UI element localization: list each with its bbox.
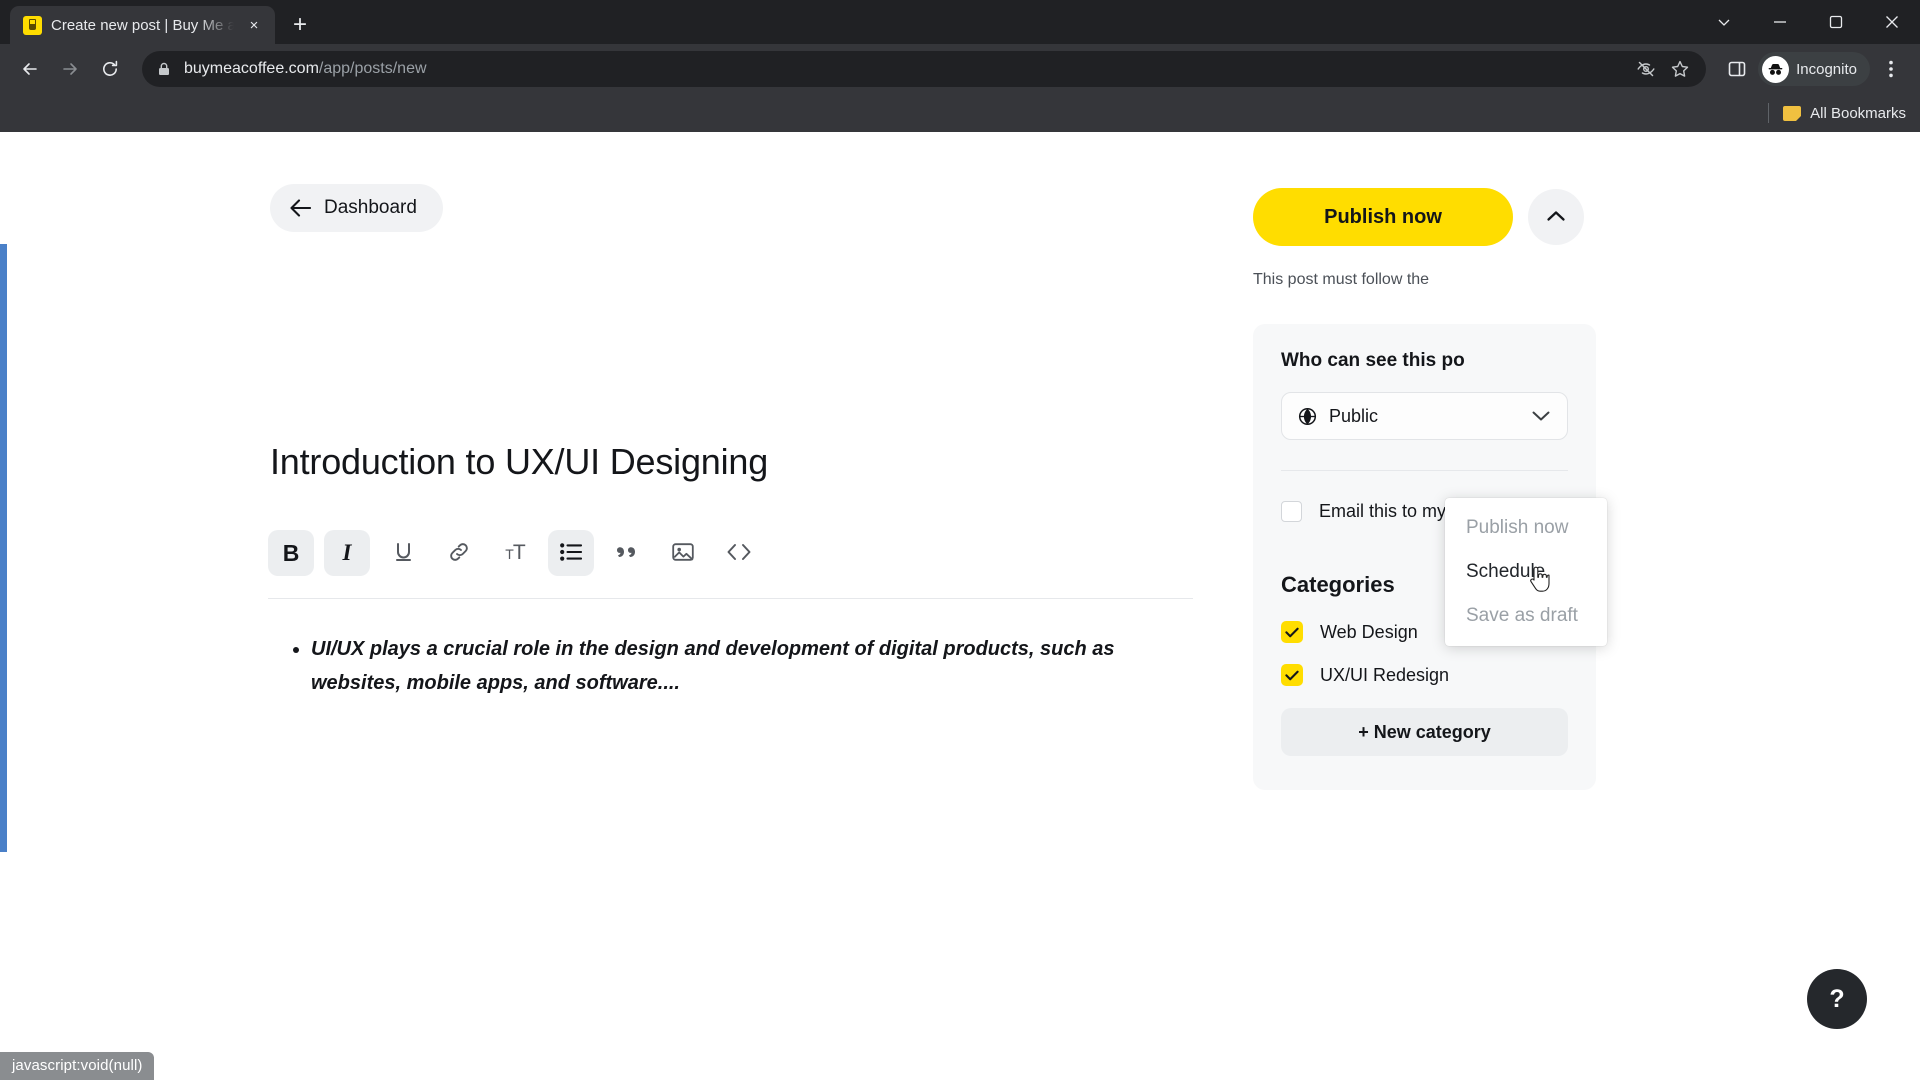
publish-row: Publish now <box>1253 188 1596 246</box>
kebab-menu-icon[interactable] <box>1874 50 1908 88</box>
underline-button[interactable] <box>380 530 426 576</box>
address-bar[interactable]: buymeacoffee.com/app/posts/new <box>142 51 1707 87</box>
underline-icon <box>393 541 414 566</box>
new-tab-button[interactable]: + <box>283 8 317 42</box>
profile-label: Incognito <box>1796 60 1857 78</box>
incognito-avatar-icon <box>1762 55 1790 83</box>
bullet-list: UI/UX plays a crucial role in the design… <box>268 632 1198 701</box>
browser-titlebar: Create new post | Buy Me a Coff × + <box>0 0 1920 44</box>
url-text: buymeacoffee.com/app/posts/new <box>184 60 427 78</box>
link-button[interactable] <box>436 530 482 576</box>
list-item: UI/UX plays a crucial role in the design… <box>311 632 1198 701</box>
window-controls <box>1696 0 1920 44</box>
quote-button[interactable] <box>604 530 650 576</box>
bullet-list-button[interactable] <box>548 530 594 576</box>
publish-now-button[interactable]: Publish now <box>1253 188 1513 246</box>
image-icon <box>672 542 694 565</box>
dashboard-back-button[interactable]: Dashboard <box>270 184 443 232</box>
dropdown-item-publish-now[interactable]: Publish now <box>1445 506 1607 550</box>
code-button[interactable] <box>716 530 762 576</box>
italic-icon: I <box>342 540 352 565</box>
post-title[interactable]: Introduction to UX/UI Designing <box>270 442 768 482</box>
policy-note: This post must follow the <box>1253 271 1430 288</box>
bold-icon: B <box>282 539 300 566</box>
star-icon[interactable] <box>1668 57 1692 81</box>
browser-toolbar: buymeacoffee.com/app/posts/new Incognito <box>0 44 1920 94</box>
globe-icon <box>1298 407 1317 426</box>
all-bookmarks-button[interactable]: All Bookmarks <box>1810 105 1906 122</box>
categories-title: Categories <box>1281 572 1395 598</box>
help-button[interactable]: ? <box>1807 969 1867 1029</box>
link-icon <box>448 541 470 566</box>
tab-search-icon[interactable] <box>1696 0 1752 44</box>
new-category-button[interactable]: + New category <box>1281 708 1568 757</box>
card-divider <box>1281 470 1568 472</box>
visibility-label: Who can see this po <box>1281 350 1465 372</box>
close-icon[interactable]: × <box>243 14 265 36</box>
text-size-icon: TT <box>505 541 525 564</box>
eye-off-icon[interactable] <box>1634 57 1658 81</box>
content-wrapper: Dashboard Introduction to UX/UI Designin… <box>0 132 1920 1080</box>
toolbar-right: Incognito <box>1720 50 1908 88</box>
visibility-value: Public <box>1329 405 1379 426</box>
text-size-button[interactable]: TT <box>492 530 538 576</box>
category-row[interactable]: UX/UI Redesign <box>1281 664 1568 687</box>
reload-icon[interactable] <box>92 51 128 87</box>
tab-title: Create new post | Buy Me a Coff <box>51 16 234 34</box>
arrow-left-icon <box>290 199 311 217</box>
dropdown-item-schedule[interactable]: Schedule <box>1445 550 1607 594</box>
lock-icon <box>156 61 172 77</box>
tab-strip: Create new post | Buy Me a Coff × + <box>0 0 317 44</box>
bookmarks-bar: All Bookmarks <box>0 94 1920 132</box>
maximize-icon[interactable] <box>1808 0 1864 44</box>
category-checkbox[interactable] <box>1281 664 1303 687</box>
publish-options-dropdown: Publish now Schedule Save as draft <box>1445 498 1607 646</box>
profile-button[interactable]: Incognito <box>1758 52 1870 86</box>
category-label: UX/UI Redesign <box>1320 664 1450 685</box>
side-panel-icon[interactable] <box>1720 52 1754 86</box>
post-settings-sidebar: Publish now This post must follow the Wh… <box>1253 188 1596 791</box>
browser-tab[interactable]: Create new post | Buy Me a Coff × <box>10 6 275 44</box>
category-checkbox[interactable] <box>1281 621 1303 644</box>
email-followers-checkbox[interactable] <box>1281 501 1302 523</box>
publish-options-toggle[interactable] <box>1528 189 1584 245</box>
forward-icon[interactable] <box>52 51 88 87</box>
chevron-up-icon <box>1546 209 1566 226</box>
browser-window: Create new post | Buy Me a Coff × + <box>0 0 1920 1080</box>
status-bubble: javascript:void(null) <box>0 1052 155 1080</box>
editor-toolbar: B I TT <box>268 530 1193 599</box>
dropdown-item-save-as-draft[interactable]: Save as draft <box>1445 594 1607 638</box>
image-button[interactable] <box>660 530 706 576</box>
mouse-cursor-pointer <box>1528 566 1550 594</box>
omnibox-actions <box>1634 57 1692 81</box>
code-icon <box>727 543 751 564</box>
chevron-down-icon <box>1531 409 1551 423</box>
coffee-cup-icon <box>23 15 42 35</box>
back-icon[interactable] <box>12 51 48 87</box>
minimize-icon[interactable] <box>1752 0 1808 44</box>
email-prefix: Email this to my <box>1319 501 1452 522</box>
url-path: /app/posts/new <box>318 60 427 77</box>
list-icon <box>560 542 583 564</box>
quote-icon <box>616 544 638 563</box>
visibility-select[interactable]: Public <box>1281 392 1568 441</box>
bookmarks-divider <box>1768 103 1770 123</box>
editor-body[interactable]: UI/UX plays a crucial role in the design… <box>268 632 1198 701</box>
window-close-icon[interactable] <box>1864 0 1920 44</box>
dashboard-label: Dashboard <box>324 197 417 218</box>
italic-button[interactable]: I <box>324 530 370 576</box>
folder-icon <box>1783 105 1802 121</box>
page-content: Dashboard Introduction to UX/UI Designin… <box>0 132 1920 1080</box>
category-label: Web Design <box>1320 621 1418 642</box>
bold-button[interactable]: B <box>268 530 314 576</box>
url-domain: buymeacoffee.com <box>184 60 319 77</box>
